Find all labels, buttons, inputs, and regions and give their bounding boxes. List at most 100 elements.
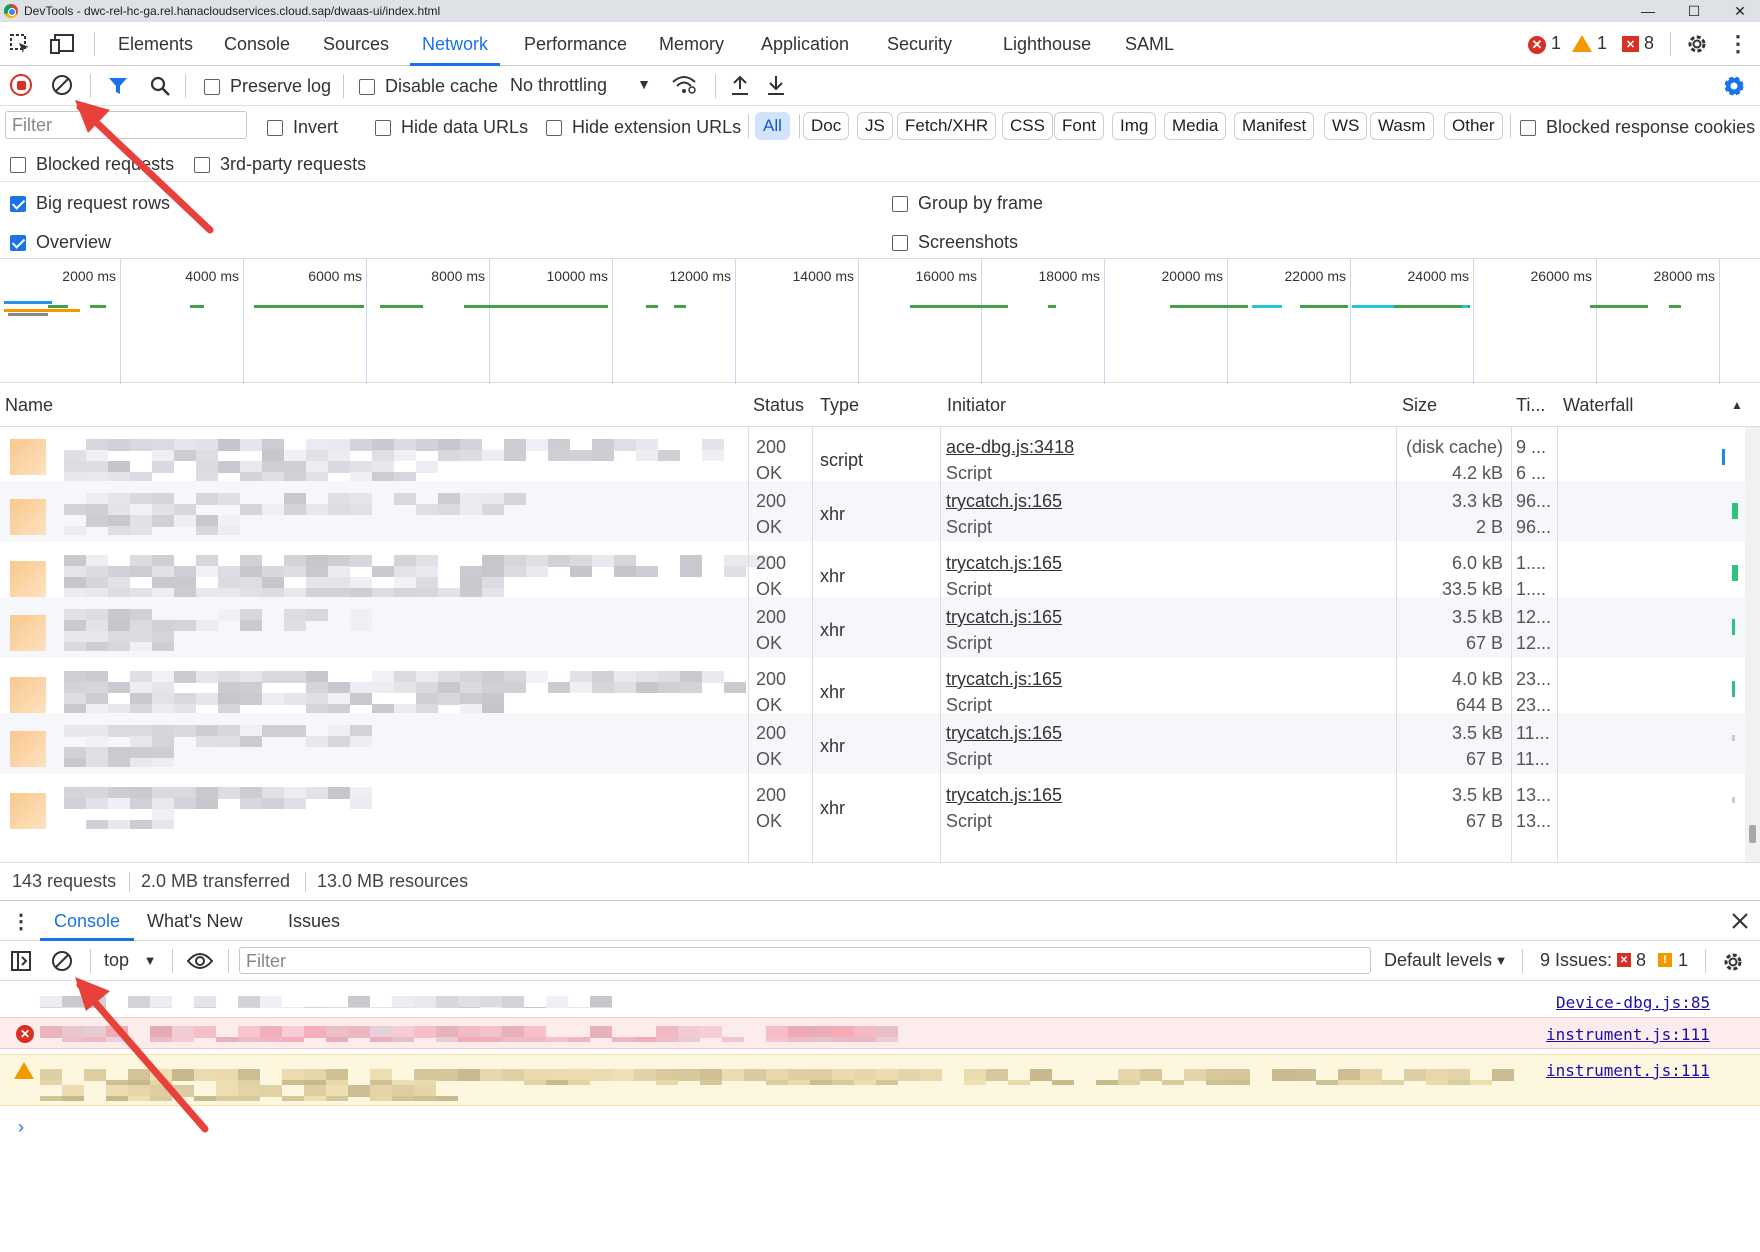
- hide-data-urls-checkbox[interactable]: Hide data URLs: [375, 117, 528, 138]
- tab-security[interactable]: Security: [887, 22, 952, 66]
- row-init[interactable]: trycatch.js:165: [946, 720, 1062, 747]
- row-init[interactable]: trycatch.js:165: [946, 488, 1062, 515]
- tab-elements[interactable]: Elements: [118, 22, 193, 66]
- redacted-pixel: [328, 450, 350, 461]
- levels-chevron-icon[interactable]: ▼: [1494, 953, 1508, 968]
- row-time: 11...: [1516, 723, 1550, 743]
- redacted-pixel: [108, 704, 130, 713]
- type-chip-ws[interactable]: WS: [1324, 112, 1368, 140]
- warning-count[interactable]: 1: [1597, 30, 1607, 57]
- row-init[interactable]: trycatch.js:165: [946, 604, 1062, 631]
- redacted-pixel: [240, 736, 262, 747]
- console-issues-warning-count[interactable]: 1: [1678, 947, 1688, 974]
- tab-console[interactable]: Console: [224, 22, 290, 66]
- issues-count[interactable]: 8: [1644, 30, 1654, 57]
- row-init[interactable]: trycatch.js:165: [946, 782, 1062, 809]
- col-initiator[interactable]: Initiator: [942, 383, 1006, 427]
- type-chip-font[interactable]: Font: [1054, 112, 1105, 140]
- type-chip-media[interactable]: Media: [1164, 112, 1227, 140]
- close-window-button[interactable]: ✕: [1720, 0, 1760, 22]
- import-har-icon[interactable]: [729, 73, 751, 97]
- col-time[interactable]: Ti...: [1511, 383, 1545, 427]
- network-settings-gear-icon[interactable]: [1721, 73, 1747, 99]
- type-chip-img[interactable]: Img: [1112, 112, 1157, 140]
- tab-memory[interactable]: Memory: [659, 22, 724, 66]
- row-init[interactable]: trycatch.js:165: [946, 666, 1062, 693]
- redacted-pixel: [108, 588, 130, 597]
- chevron-down-icon[interactable]: ▼: [636, 76, 652, 92]
- screenshots-checkbox[interactable]: Screenshots: [892, 232, 1018, 253]
- type-chip-manifest[interactable]: Manifest: [1234, 112, 1315, 140]
- tab-saml[interactable]: SAML: [1125, 22, 1174, 66]
- minimize-button[interactable]: —: [1628, 0, 1668, 22]
- timeline-gridline: [981, 259, 982, 384]
- col-type[interactable]: Type: [815, 383, 859, 427]
- hide-extension-urls-checkbox[interactable]: Hide extension URLs: [546, 117, 741, 138]
- console-source-link[interactable]: instrument.js:111: [1546, 1061, 1710, 1080]
- error-count-icon[interactable]: ✕: [1528, 36, 1546, 54]
- console-settings-gear-icon[interactable]: [1720, 949, 1746, 975]
- request-row[interactable]: 200 OK xhr trycatch.js:165 Script 6.0 kB 33.5 …: [0, 543, 1745, 604]
- table-scrollbar[interactable]: [1745, 427, 1760, 862]
- col-name[interactable]: Name: [0, 383, 53, 427]
- console-source-link[interactable]: instrument.js:111: [1546, 1025, 1710, 1044]
- console-filter-input[interactable]: Filter: [239, 947, 1371, 974]
- type-chip-all[interactable]: All: [755, 112, 790, 140]
- record-stop-icon[interactable]: [10, 74, 32, 96]
- network-conditions-icon[interactable]: [671, 74, 697, 96]
- maximize-button[interactable]: ☐: [1674, 0, 1714, 22]
- tab-application[interactable]: Application: [761, 22, 849, 66]
- error-count[interactable]: 1: [1551, 30, 1561, 57]
- disable-cache-checkbox[interactable]: Disable cache: [359, 76, 498, 97]
- console-source-link[interactable]: Device-dbg.js:85: [1556, 993, 1710, 1012]
- type-chip-wasm[interactable]: Wasm: [1370, 112, 1434, 140]
- type-chip-js[interactable]: JS: [857, 112, 893, 140]
- type-chip-css[interactable]: CSS: [1002, 112, 1053, 140]
- request-row[interactable]: 200 OK script ace-dbg.js:3418 Script (disk ca…: [0, 427, 1745, 488]
- row-init[interactable]: ace-dbg.js:3418: [946, 434, 1074, 461]
- blocked-response-cookies-checkbox[interactable]: Blocked response cookies: [1520, 117, 1755, 138]
- console-prompt-icon[interactable]: ›: [14, 1117, 28, 1137]
- redacted-pixel: [130, 820, 152, 829]
- tab-sources[interactable]: Sources: [323, 22, 389, 66]
- throttling-select[interactable]: No throttling: [510, 72, 607, 99]
- col-status[interactable]: Status: [748, 383, 804, 427]
- redacted-pixel: [350, 798, 372, 809]
- issues-count-icon[interactable]: ✕: [1622, 36, 1639, 52]
- col-size[interactable]: Size: [1397, 383, 1437, 427]
- col-waterfall[interactable]: Waterfall: [1558, 383, 1633, 427]
- tab-network[interactable]: Network: [410, 22, 501, 66]
- settings-gear-icon[interactable]: [1684, 31, 1710, 57]
- device-toolbar-icon[interactable]: [50, 32, 76, 56]
- console-issues-label[interactable]: 9 Issues:: [1540, 947, 1612, 974]
- drawer-tab-console[interactable]: Console: [40, 901, 135, 941]
- export-har-icon[interactable]: [765, 73, 787, 97]
- drawer-menu-icon[interactable]: ⋮: [11, 909, 31, 933]
- request-row[interactable]: 200 OK xhr trycatch.js:165 Script 3.5 kB 67 B 1…: [0, 597, 1745, 658]
- drawer-tab-whats-new[interactable]: What's New: [147, 901, 242, 941]
- request-row[interactable]: 200 OK xhr trycatch.js:165 Script 3.5 kB 67 B 1…: [0, 775, 1745, 836]
- log-levels-select[interactable]: Default levels: [1384, 947, 1492, 974]
- row-init[interactable]: trycatch.js:165: [946, 550, 1062, 577]
- tab-performance[interactable]: Performance: [524, 22, 627, 66]
- type-chip-fetch-xhr[interactable]: Fetch/XHR: [897, 112, 997, 140]
- type-chip-other[interactable]: Other: [1444, 112, 1503, 140]
- request-row[interactable]: 200 OK xhr trycatch.js:165 Script 4.0 kB 644 B…: [0, 659, 1745, 720]
- warning-count-icon[interactable]: [1572, 35, 1592, 52]
- console-issues-error-count[interactable]: 8: [1636, 947, 1646, 974]
- more-options-icon[interactable]: ⋮: [1727, 31, 1749, 56]
- timeline-request-bar: [1669, 305, 1681, 308]
- request-row[interactable]: 200 OK xhr trycatch.js:165 Script 3.3 kB 2 B 96…: [0, 481, 1745, 542]
- tab-lighthouse[interactable]: Lighthouse: [1003, 22, 1091, 66]
- close-drawer-icon[interactable]: [1730, 911, 1750, 931]
- inspect-element-icon[interactable]: [8, 32, 32, 56]
- type-chip-doc[interactable]: Doc: [803, 112, 850, 140]
- sidebar-toggle-icon[interactable]: [10, 950, 32, 972]
- console-issues-error-icon[interactable]: ✕: [1617, 953, 1631, 967]
- group-by-frame-checkbox[interactable]: Group by frame: [892, 193, 1043, 214]
- redacted-pixel: [326, 1096, 348, 1101]
- request-row[interactable]: 200 OK xhr trycatch.js:165 Script 3.5 kB 67 B 1…: [0, 713, 1745, 774]
- sort-up-icon[interactable]: ▲: [1730, 398, 1744, 412]
- drawer-tab-issues[interactable]: Issues: [288, 901, 340, 941]
- console-issues-warning-icon[interactable]: !: [1658, 953, 1672, 967]
